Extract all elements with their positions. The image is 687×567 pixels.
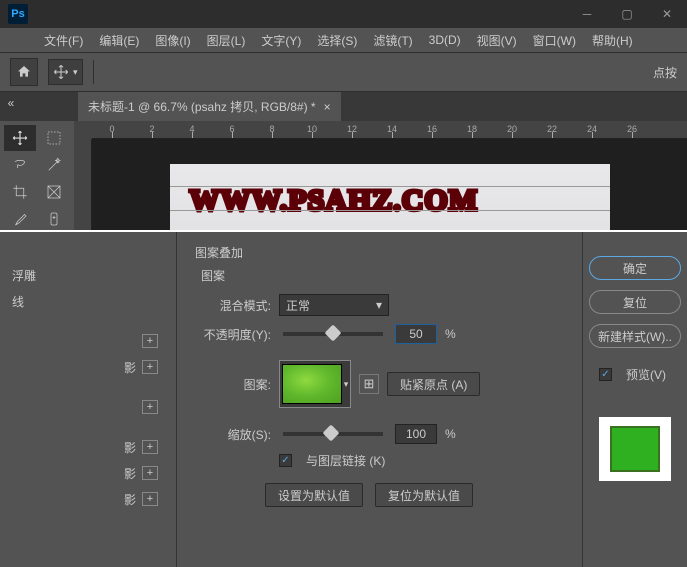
ruler-horizontal: 02468101214161820222426: [92, 121, 687, 139]
canvas-document: WWW.PSAHZ.COM: [170, 164, 610, 239]
style-item[interactable]: 浮雕: [0, 262, 176, 288]
menu-filter[interactable]: 滤镜(T): [367, 30, 418, 51]
close-button[interactable]: ✕: [647, 0, 687, 28]
app-logo: Ps: [8, 4, 28, 24]
document-tab-close-icon[interactable]: ×: [324, 100, 331, 114]
layer-style-dialog: 浮雕 线 + 影+ + 影+ 影+ 影+ 图案叠加 图案 混合模式: 正常▾ 不…: [0, 230, 687, 567]
lasso-tool[interactable]: [4, 152, 36, 178]
set-default-button[interactable]: 设置为默认值: [265, 483, 363, 507]
add-fx-icon[interactable]: +: [142, 400, 158, 414]
pattern-picker[interactable]: ▾: [279, 360, 351, 408]
cancel-button[interactable]: 复位: [589, 290, 681, 314]
reset-default-button[interactable]: 复位为默认值: [375, 483, 473, 507]
snap-origin-button[interactable]: 贴紧原点 (A): [387, 372, 480, 396]
home-button[interactable]: [10, 58, 38, 86]
preview-thumbnail: [599, 417, 671, 481]
dialog-right-panel: 确定 复位 新建样式(W).. 预览(V): [582, 232, 687, 567]
add-fx-icon[interactable]: +: [142, 440, 158, 454]
opacity-label: 不透明度(Y):: [195, 326, 271, 343]
blend-mode-select[interactable]: 正常▾: [279, 294, 389, 316]
menu-help[interactable]: 帮助(H): [586, 30, 639, 51]
frame-tool[interactable]: [38, 179, 70, 205]
style-fx-item[interactable]: +: [0, 394, 176, 420]
link-layer-checkbox[interactable]: [279, 454, 292, 467]
document-tab[interactable]: 未标题-1 @ 66.7% (psahz 拷贝, RGB/8#) * ×: [78, 92, 341, 121]
new-pattern-icon[interactable]: ⊞: [359, 374, 379, 394]
menu-window[interactable]: 窗口(W): [527, 30, 582, 51]
menu-select[interactable]: 选择(S): [311, 30, 363, 51]
ok-button[interactable]: 确定: [589, 256, 681, 280]
window-controls: ─ ▢ ✕: [567, 0, 687, 28]
pattern-overlay-panel: 图案叠加 图案 混合模式: 正常▾ 不透明度(Y): 50 % 图案: ▾ ⊞ …: [177, 232, 582, 567]
menubar: 文件(F) 编辑(E) 图像(I) 图层(L) 文字(Y) 选择(S) 滤镜(T…: [0, 28, 687, 52]
style-fx-item[interactable]: 影+: [0, 354, 176, 380]
options-bar: ▾ 点按: [0, 52, 687, 92]
chevron-down-icon: ▾: [376, 298, 382, 312]
heal-tool[interactable]: [38, 206, 70, 232]
scale-slider[interactable]: [283, 432, 383, 436]
tab-area: « 未标题-1 @ 66.7% (psahz 拷贝, RGB/8#) * ×: [0, 92, 687, 121]
blend-mode-label: 混合模式:: [195, 297, 271, 314]
menu-3d[interactable]: 3D(D): [423, 31, 467, 49]
panel-collapse-icon[interactable]: «: [2, 94, 20, 112]
marquee-tool[interactable]: [38, 125, 70, 151]
preview-checkbox[interactable]: [599, 368, 612, 381]
add-fx-icon[interactable]: +: [142, 334, 158, 348]
pattern-label: 图案:: [195, 376, 271, 393]
opacity-unit: %: [445, 327, 456, 341]
new-style-button[interactable]: 新建样式(W)..: [589, 324, 681, 348]
menu-image[interactable]: 图像(I): [149, 30, 196, 51]
minimize-button[interactable]: ─: [567, 0, 607, 28]
scale-unit: %: [445, 427, 456, 441]
maximize-button[interactable]: ▢: [607, 0, 647, 28]
chevron-down-icon: ▾: [344, 379, 349, 390]
section-title: 图案叠加: [195, 244, 564, 261]
wand-tool[interactable]: [38, 152, 70, 178]
style-fx-item[interactable]: +: [0, 328, 176, 354]
add-fx-icon[interactable]: +: [142, 360, 158, 374]
link-layer-label: 与图层链接 (K): [306, 452, 385, 469]
titlebar: Ps ─ ▢ ✕: [0, 0, 687, 28]
menu-view[interactable]: 视图(V): [471, 30, 523, 51]
scale-label: 缩放(S):: [195, 426, 271, 443]
options-right-text: 点按: [653, 64, 677, 81]
pattern-swatch: [282, 364, 342, 404]
preview-label: 预览(V): [626, 366, 666, 383]
style-fx-item[interactable]: 影+: [0, 434, 176, 460]
style-fx-item[interactable]: 影+: [0, 486, 176, 512]
style-fx-item[interactable]: 影+: [0, 460, 176, 486]
watermark-text: WWW.PSAHZ.COM: [190, 184, 610, 218]
subsection-title: 图案: [201, 267, 564, 284]
document-tab-title: 未标题-1 @ 66.7% (psahz 拷贝, RGB/8#) *: [88, 98, 316, 115]
menu-edit[interactable]: 编辑(E): [93, 30, 145, 51]
add-fx-icon[interactable]: +: [142, 466, 158, 480]
eyedropper-tool[interactable]: [4, 206, 36, 232]
style-list-panel: 浮雕 线 + 影+ + 影+ 影+ 影+: [0, 232, 177, 567]
scale-input[interactable]: 100: [395, 424, 437, 444]
menu-layer[interactable]: 图层(L): [201, 30, 252, 51]
move-tool[interactable]: [4, 125, 36, 151]
opacity-input[interactable]: 50: [395, 324, 437, 344]
menu-type[interactable]: 文字(Y): [255, 30, 307, 51]
crop-tool[interactable]: [4, 179, 36, 205]
opacity-slider[interactable]: [283, 332, 383, 336]
move-tool-indicator[interactable]: ▾: [48, 59, 83, 85]
add-fx-icon[interactable]: +: [142, 492, 158, 506]
menu-file[interactable]: 文件(F): [38, 30, 89, 51]
style-item[interactable]: 线: [0, 288, 176, 314]
